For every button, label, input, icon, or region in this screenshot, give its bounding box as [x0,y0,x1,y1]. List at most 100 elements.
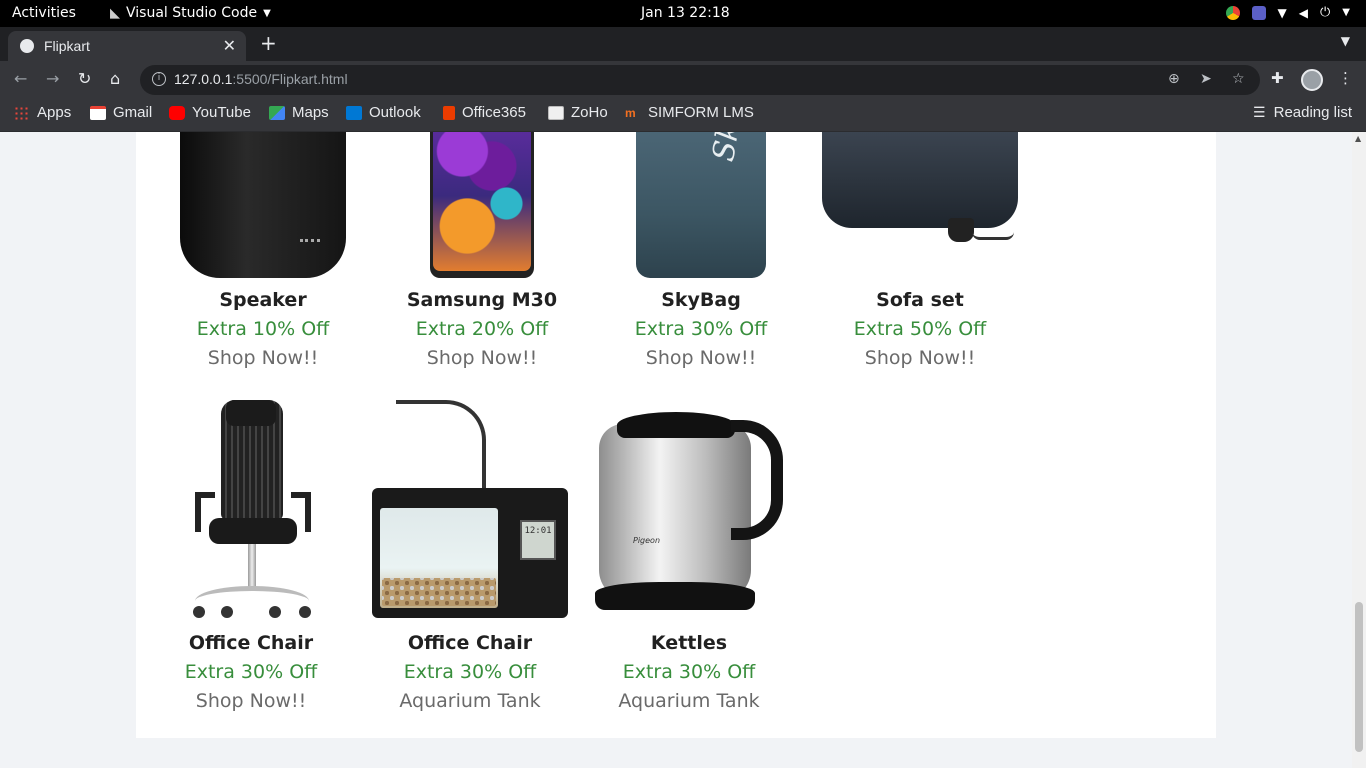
tab-strip: Flipkart ✕ + ▼ [0,27,1366,61]
reading-list-button[interactable]: ☰ Reading list [1253,104,1352,121]
product-card[interactable]: Office Chair Extra 30% Off Shop Now!! [151,400,351,716]
url-text[interactable]: 127.0.0.1:5500/Flipkart.html [174,71,348,87]
system-top-bar: Activities ◣ Visual Studio Code ▼ Jan 13… [0,0,1366,27]
info-icon[interactable]: i [152,72,166,86]
product-name: SkyBag [661,289,741,311]
product-card[interactable]: Pigeon Kettles Extra 30% Off Aquarium Ta… [589,400,789,716]
aquarium-image: 12:01 [372,400,568,624]
clock[interactable]: Jan 13 22:18 [641,5,730,22]
bookmark-zoho[interactable]: ZoHo [548,104,608,121]
scroll-up-arrow-icon[interactable]: ▲ [1355,134,1361,143]
app-menu-label: Visual Studio Code [126,5,258,21]
vscode-icon: ◣ [110,6,120,21]
chrome-icon[interactable] [1225,5,1240,20]
menu-dots-icon[interactable]: ⋮ [1338,69,1353,87]
bookmarks-bar: Apps Gmail YouTube Maps Outlook Office36… [0,98,1366,132]
speaker-image [180,132,346,278]
bookmark-label: Apps [37,104,72,121]
simform-icon: m [625,105,636,120]
zoom-icon[interactable]: ⊕ [1168,71,1180,87]
tab-title: Flipkart [44,38,90,54]
power-icon[interactable]: ⏻ [1320,5,1330,20]
tab-flipkart[interactable]: Flipkart ✕ [8,31,246,61]
bookmark-youtube[interactable]: YouTube [169,104,251,121]
product-cta[interactable]: Shop Now!! [163,344,363,373]
url-host: 127.0.0.1 [174,71,233,87]
reload-icon[interactable]: ↻ [78,69,91,88]
volume-icon[interactable]: ◀ [1299,6,1308,20]
app-menu[interactable]: ◣ Visual Studio Code ▼ [110,5,271,22]
bookmark-label: SIMFORM LMS [648,104,754,121]
new-tab-button[interactable]: + [260,31,277,55]
product-name: Kettles [650,632,728,654]
bookmark-maps[interactable]: Maps [269,104,329,121]
tab-search-chevron-icon[interactable]: ▼ [1341,34,1350,48]
chevron-down-icon[interactable]: ▼ [1342,7,1350,18]
phone-image [430,132,534,278]
send-icon[interactable]: ➤ [1200,71,1212,87]
star-icon[interactable]: ☆ [1232,71,1245,87]
product-name: Speaker [219,289,307,311]
product-cta[interactable]: Shop Now!! [601,344,801,373]
back-icon[interactable]: ← [14,69,27,88]
product-name: Sofa set [876,289,964,311]
browser-toolbar: ← → ↻ ⌂ i 127.0.0.1:5500/Flipkart.html ⊕… [0,61,1366,98]
product-grid: Speaker Extra 10% Off Shop Now!! Samsung… [136,132,1216,738]
bookmark-office365[interactable]: Office365 [443,104,526,121]
reading-list-icon: ☰ [1253,104,1266,120]
office-chair-image [181,400,321,624]
zoho-icon [548,105,564,120]
kettle-image: Pigeon [591,400,787,624]
forward-icon[interactable]: → [46,69,59,88]
product-cta[interactable]: Shop Now!! [382,344,582,373]
product-offer: Extra 30% Off [184,661,318,683]
product-cta[interactable]: Aquarium Tank [370,687,570,716]
wifi-icon[interactable]: ▼ [1278,6,1287,20]
youtube-icon [169,105,185,120]
extensions-icon[interactable]: ✚ [1271,69,1284,87]
product-offer: Extra 20% Off [415,318,549,340]
bookmark-simform-lms[interactable]: m SIMFORM LMS [625,104,754,121]
page-viewport: Speaker Extra 10% Off Shop Now!! Samsung… [0,132,1352,768]
bookmark-label: ZoHo [571,104,608,121]
bookmark-label: Office365 [462,104,526,121]
page-scrollbar[interactable]: ▲ [1352,132,1366,768]
bag-image: SkyBag [636,132,766,278]
teams-icon[interactable] [1251,5,1266,20]
product-card[interactable]: SkyBag SkyBag Extra 30% Off Shop Now!! [601,132,801,373]
product-name: Office Chair [407,632,533,654]
product-card[interactable]: Samsung M30 Extra 20% Off Shop Now!! [382,132,582,373]
scrollbar-thumb[interactable] [1355,602,1363,752]
sofa-image [822,132,1018,278]
product-cta[interactable]: Aquarium Tank [589,687,789,716]
bookmark-label: Maps [292,104,329,121]
home-icon[interactable]: ⌂ [110,69,120,88]
system-tray[interactable]: ▼ ◀ ⏻ ▼ [1225,5,1350,20]
close-icon[interactable]: ✕ [223,36,236,56]
bookmark-apps[interactable]: Apps [14,104,71,121]
product-offer: Extra 30% Off [634,318,768,340]
url-path: :5500/Flipkart.html [232,71,348,87]
gmail-icon [90,105,106,120]
bookmark-label: Outlook [369,104,421,121]
product-card[interactable]: 12:01 Office Chair Extra 30% Off Aquariu… [370,400,570,716]
bookmark-outlook[interactable]: Outlook [346,104,421,121]
product-name: Office Chair [188,632,314,654]
bookmark-gmail[interactable]: Gmail [90,104,152,121]
aquarium-clock: 12:01 [520,520,556,560]
profile-avatar[interactable] [1301,69,1323,91]
reading-list-label: Reading list [1273,104,1352,121]
maps-icon [269,105,285,120]
product-card[interactable]: Sofa set Extra 50% Off Shop Now!! [820,132,1020,373]
activities-button[interactable]: Activities [12,5,76,22]
bag-logo: SkyBag [706,132,760,164]
product-offer: Extra 30% Off [622,661,756,683]
address-bar[interactable]: i 127.0.0.1:5500/Flipkart.html ⊕ ➤ ☆ [140,65,1260,95]
product-name: Samsung M30 [406,289,558,311]
product-cta[interactable]: Shop Now!! [151,687,351,716]
outlook-icon [346,105,362,120]
product-cta[interactable]: Shop Now!! [820,344,1020,373]
bookmark-label: YouTube [192,104,251,121]
kettle-brand: Pigeon [633,536,661,545]
product-card[interactable]: Speaker Extra 10% Off Shop Now!! [163,132,363,373]
